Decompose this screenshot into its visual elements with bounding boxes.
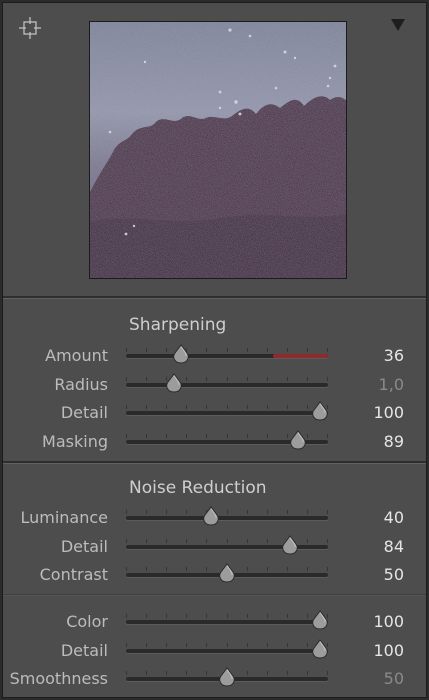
color-slider-ticks <box>126 614 328 618</box>
color-detail-slider-thumb[interactable] <box>312 638 328 659</box>
slider-row-contrast: Contrast 50 <box>3 562 426 588</box>
slider-row-radius: Radius 1,0 <box>3 372 426 398</box>
contrast-slider-thumb[interactable] <box>219 563 235 583</box>
smoothness-label: Smoothness <box>9 669 108 688</box>
slider-row-color-detail: Detail 100 <box>3 638 426 664</box>
preview-section <box>3 3 426 298</box>
luminance-label: Luminance <box>20 508 108 527</box>
amount-label: Amount <box>45 346 108 365</box>
luminance-slider-thumb[interactable] <box>203 506 219 526</box>
color-value[interactable]: 100 <box>373 612 404 631</box>
luminance-slider-ticks <box>126 510 328 514</box>
radius-value[interactable]: 1,0 <box>379 375 404 394</box>
smoothness-slider[interactable] <box>126 667 328 687</box>
radius-label: Radius <box>54 374 108 394</box>
slider-row-smoothness: Smoothness 50 <box>3 666 426 692</box>
slider-row-amount: Amount 36 <box>3 343 426 369</box>
slider-row-color: Color 100 <box>3 609 426 635</box>
contrast-slider[interactable] <box>126 563 328 583</box>
detail-panel: Sharpening Amount 36 Radius 1,0 Detail 100 Mas… <box>2 2 427 698</box>
color-detail-value[interactable]: 100 <box>373 641 404 660</box>
contrast-value[interactable]: 50 <box>384 565 404 584</box>
contrast-label: Contrast <box>39 565 108 584</box>
amount-value[interactable]: 36 <box>384 346 404 365</box>
lum-detail-slider[interactable] <box>126 534 328 555</box>
smoothness-value[interactable]: 50 <box>384 669 404 688</box>
masking-label: Masking <box>42 431 108 451</box>
detail-slider-thumb[interactable] <box>312 401 328 421</box>
detail-label: Detail <box>60 403 108 422</box>
masking-slider-thumb[interactable] <box>289 429 306 450</box>
luminance-value[interactable]: 40 <box>384 508 404 527</box>
radius-slider[interactable] <box>126 372 328 393</box>
color-detail-slider-ticks <box>126 642 328 647</box>
radius-slider-thumb[interactable] <box>166 372 183 393</box>
color-detail-slider[interactable] <box>126 638 328 659</box>
slider-row-detail: Detail 100 <box>3 400 426 426</box>
sharpening-title: Sharpening <box>129 315 227 335</box>
amount-slider-ticks <box>126 348 328 352</box>
lum-detail-slider-ticks <box>126 538 328 543</box>
triangle-down-icon[interactable] <box>390 17 406 31</box>
section-divider <box>3 296 426 299</box>
section-divider <box>3 461 426 464</box>
amount-slider-thumb[interactable] <box>172 344 189 364</box>
masking-slider[interactable] <box>126 429 328 450</box>
color-slider-thumb[interactable] <box>312 610 328 630</box>
color-detail-label: Detail <box>60 640 108 660</box>
slider-row-masking: Masking 89 <box>3 429 426 455</box>
color-label: Color <box>66 612 108 631</box>
radius-slider-ticks <box>126 376 328 381</box>
slider-row-luminance: Luminance 40 <box>3 505 426 531</box>
amount-warning-range <box>273 354 328 358</box>
smoothness-slider-thumb[interactable] <box>219 667 235 687</box>
lum-detail-value[interactable]: 84 <box>384 537 404 556</box>
masking-value[interactable]: 89 <box>384 432 404 451</box>
slider-row-lum-detail: Detail 84 <box>3 534 426 560</box>
detail-value[interactable]: 100 <box>373 403 404 422</box>
noise-reduction-title: Noise Reduction <box>129 478 267 498</box>
lum-detail-label: Detail <box>60 536 108 556</box>
detail-preview-image[interactable] <box>89 21 347 279</box>
luminance-slider[interactable] <box>126 506 328 526</box>
crosshair-target-icon[interactable] <box>19 17 41 39</box>
detail-slider[interactable] <box>126 401 328 421</box>
subsection-divider <box>3 594 426 596</box>
lum-detail-slider-thumb[interactable] <box>281 534 298 555</box>
color-slider[interactable] <box>126 610 328 630</box>
detail-slider-ticks <box>126 405 328 409</box>
amount-slider[interactable] <box>126 344 328 364</box>
